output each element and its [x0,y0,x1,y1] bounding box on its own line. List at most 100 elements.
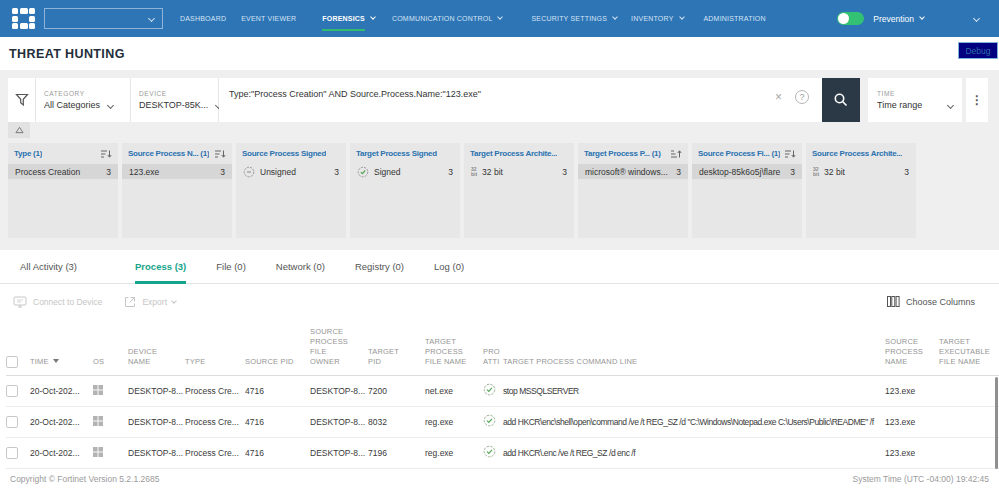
tab-process[interactable]: Process (3) [135,250,186,284]
facet-item[interactable]: Signed3 [350,164,460,179]
col-process-attributes[interactable]: PRO ATTI [483,319,503,375]
vertical-scrollbar[interactable] [995,377,998,469]
choose-columns-button[interactable]: Choose Columns [887,296,975,307]
table-row[interactable]: 20-Oct-202... DESKTOP-8... Process Cre..… [6,406,999,437]
sort-desc-icon[interactable] [784,149,796,159]
cell-os [93,406,128,437]
nav-item-inventory[interactable]: INVENTORY [631,15,683,22]
columns-icon [887,296,900,307]
facet-item[interactable]: microsoft® windows...3 [578,164,688,179]
cell-type: Process Cre... [185,437,245,468]
tab-log[interactable]: Log (0) [434,250,464,284]
facet-item-count: 3 [448,167,453,177]
cell-os [93,437,128,468]
sort-desc-icon[interactable] [100,149,112,159]
cell-source-process-file-owner: DESKTOP-8... [310,437,368,468]
cell-target-process-file-name: reg.exe [425,437,483,468]
tab-file[interactable]: File (0) [216,250,246,284]
facet-title[interactable]: Target Process Archite... [470,149,557,158]
nav-item-forensics[interactable]: FORENSICS [322,15,375,22]
debug-button[interactable]: Debug [958,42,998,59]
facet-title[interactable]: Type (1) [14,149,42,158]
col-source-process-name[interactable]: SOURCE PROCESS NAME [885,319,939,375]
facet-item-count: 3 [220,167,225,177]
col-target-pid[interactable]: TARGET PID [368,319,425,375]
nav-item-label: EVENT VIEWER [241,15,296,22]
mode-dropdown[interactable]: Prevention [873,14,924,24]
facet-title[interactable]: Source Process Signed [242,149,326,158]
filter-funnel-button[interactable] [8,78,36,122]
facet-item[interactable]: 32bit32 bit3 [806,164,916,179]
table-row[interactable]: 20-Oct-202... DESKTOP-8... Process Cre..… [6,437,999,468]
cell-target-pid: 8032 [368,406,425,437]
facet-title[interactable]: Source Process Archite... [812,149,902,158]
tab-all-activity[interactable]: All Activity (3) [20,250,77,284]
nav-item-event-viewer[interactable]: EVENT VIEWER [241,15,296,22]
col-device-name[interactable]: DEVICE NAME [128,319,185,375]
signed-badge-icon [483,383,496,396]
facet-source-process-architecture: Source Process Archite... 32bit32 bit3 [806,143,916,238]
facet-item[interactable]: 32bit32 bit3 [464,164,574,179]
device-dropdown[interactable]: DEVICE DESKTOP-85K... [131,78,219,122]
tab-network[interactable]: Network (0) [276,250,325,284]
category-dropdown[interactable]: CATEGORY All Categories [36,78,131,122]
col-type[interactable]: TYPE [185,319,245,375]
facet-item[interactable]: desktop-85k6o5j\flare3 [692,164,802,179]
row-checkbox[interactable] [6,447,18,459]
windows-icon [93,385,103,395]
facet-item[interactable]: Process Creation3 [8,164,118,179]
time-value: Time range [877,100,922,110]
table-row[interactable]: 20-Oct-202... DESKTOP-8... Process Cre..… [6,375,999,406]
search-button[interactable] [822,78,860,122]
row-checkbox[interactable] [6,416,18,428]
col-target-executable-file-name[interactable]: TARGET EXECUTABLE FILE NAME [939,319,999,375]
col-time[interactable]: TIME [30,319,93,375]
fortinet-logo-icon[interactable] [12,8,36,29]
facet-source-process-signed: Source Process Signed Unsigned3 [236,143,346,238]
select-all-checkbox[interactable] [6,356,18,368]
cell-type: Process Cre... [185,375,245,406]
col-source-process-file-owner[interactable]: SOURCE PROCESS FILE OWNER [310,319,368,375]
collapse-filters-button[interactable] [8,122,30,138]
facet-title[interactable]: Source Process Fi... (1) [698,149,780,158]
sort-asc-icon[interactable] [670,149,682,159]
facet-title[interactable]: Target Process Signed [356,149,437,158]
facet-item-count: 3 [334,167,339,177]
col-target-process-file-name[interactable]: TARGET PROCESS FILE NAME [425,319,483,375]
cell-device-name: DESKTOP-8... [128,406,185,437]
row-checkbox-cell [6,375,30,406]
sort-desc-icon[interactable] [214,149,226,159]
nav-item-dashboard[interactable]: DASHBOARD [180,15,226,22]
tab-registry[interactable]: Registry (0) [355,250,404,284]
prevention-toggle[interactable] [837,12,864,25]
col-os[interactable]: OS [93,319,128,375]
more-options-button[interactable]: ⋮ [966,78,988,122]
facet-title[interactable]: Source Process N... (1) [128,149,209,158]
facet-title[interactable]: Target Process P... (1) [584,149,661,158]
search-icon [833,92,849,108]
cell-target-executable-file-name [939,375,999,406]
col-source-pid[interactable]: SOURCE PID [245,319,310,375]
facet-item[interactable]: Unsigned3 [236,164,346,179]
export-button[interactable]: Export [124,296,176,308]
32bit-icon: 32bit [813,167,819,177]
org-select[interactable] [44,8,163,29]
col-target-process-command-line[interactable]: TARGET PROCESS COMMAND LINE [503,319,885,375]
time-range-dropdown[interactable]: TIME Time range [868,78,962,122]
nav-item-administration[interactable]: ADMINISTRATION [704,15,766,22]
cell-source-pid: 4716 [245,375,310,406]
connect-to-device-button[interactable]: Connect to Device [13,296,102,308]
search-input[interactable]: Type:"Process Creation" AND Source.Proce… [219,78,822,122]
user-menu-chevron[interactable] [974,16,979,21]
row-checkbox[interactable] [6,385,18,397]
nav-item-communication-control[interactable]: COMMUNICATION CONTROL [392,15,503,22]
nav-item-security-settings[interactable]: SECURITY SETTINGS [531,15,617,22]
facet-item-label: 32 bit [824,167,845,177]
clear-search-icon[interactable]: × [775,91,782,103]
help-icon[interactable]: ? [795,90,809,104]
cell-device-name: DESKTOP-8... [128,437,185,468]
table-toolbar: Connect to Device Export Choose Columns [0,284,999,319]
facet-source-process-file-owner: Source Process Fi... (1) desktop-85k6o5j… [692,143,802,238]
nav-item-label: COMMUNICATION CONTROL [392,15,493,22]
facet-item[interactable]: 123.exe3 [122,164,232,179]
